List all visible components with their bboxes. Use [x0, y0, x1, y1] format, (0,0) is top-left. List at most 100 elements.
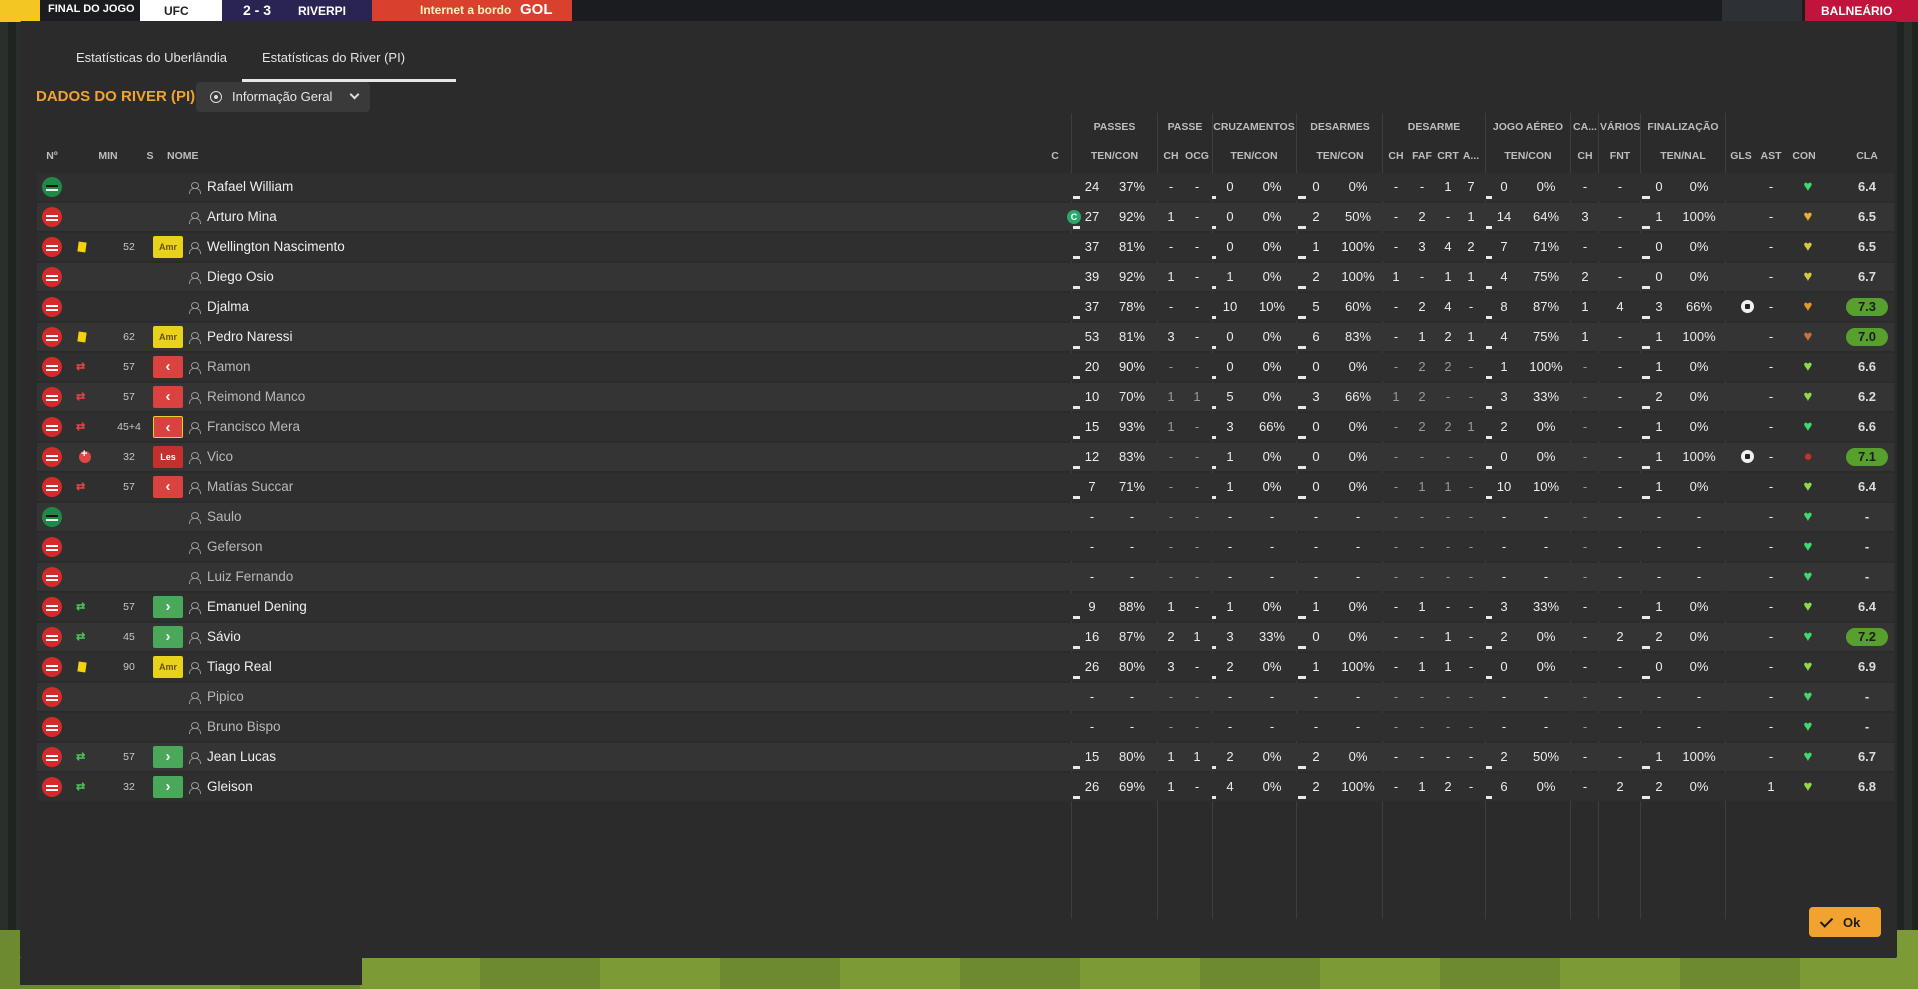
dressing-room-button[interactable]: BALNEÁRIO — [1805, 0, 1918, 22]
player-name[interactable]: Bruno Bispo — [207, 713, 281, 741]
col-fnt[interactable]: FNT — [1600, 150, 1640, 162]
col-minutes[interactable]: MIN — [88, 150, 128, 162]
player-name[interactable]: Pipico — [207, 683, 244, 711]
ok-button[interactable]: Ok — [1809, 907, 1881, 937]
player-name[interactable]: Diego Osio — [207, 263, 274, 291]
key-passes: - — [1168, 359, 1174, 374]
tackles-won-pct: - — [1355, 539, 1361, 554]
col-rating[interactable]: CLA — [1846, 150, 1888, 162]
table-row[interactable]: ⇄ 57 › Jean Lucas 15 80% 1 1 2 0% 2 0% - - - -2 50% - -1 10… — [37, 743, 1894, 771]
passes-completed-pct: 92% — [1118, 209, 1146, 224]
table-row[interactable]: ⇄ 45 › Sávio 16 87% 2 1 3 33% 0 0% - -1-2 0% -2 2 0% - ♥ 7.2 — [37, 623, 1894, 651]
fouls: - — [1617, 599, 1623, 614]
player-name[interactable]: Pedro Naressi — [207, 323, 293, 351]
table-row[interactable]: 62 Amr Pedro Naressi 53 81% 3-0 0% 6 83% -1 2 1 4 75%… — [37, 323, 1894, 351]
yellow-card-icon — [77, 331, 87, 343]
player-name[interactable]: Wellington Nascimento — [207, 233, 345, 261]
progress-bar — [1642, 376, 1650, 379]
table-row[interactable]: Diego Osio 39 92% 1-1 0% 2 100% 1-1 1 4 75% 2-0 0% - ♥… — [37, 263, 1894, 291]
col-passe-ocg[interactable]: OCG — [1183, 150, 1211, 162]
player-name[interactable]: Jean Lucas — [207, 743, 276, 771]
col-captain[interactable]: C — [1045, 150, 1065, 162]
crosses-completed-pct: 0% — [1262, 749, 1282, 764]
col-aerial[interactable]: TEN/CON — [1486, 150, 1570, 162]
tackle-a: - — [1468, 719, 1474, 734]
minute-value: 62 — [123, 331, 135, 343]
player-name[interactable]: Arturo Mina — [207, 203, 277, 231]
table-row[interactable]: ⇄ 32 › Gleison 26 69% 1-4 0% 2 100% -1 2-6 0% -2 2 0% 1 ♥… — [37, 773, 1894, 801]
col-passe-ch[interactable]: CH — [1159, 150, 1183, 162]
progress-bar — [1298, 496, 1306, 499]
table-row[interactable]: 90 Amr Tiago Real 26 80% 3-2 0% 1 100% -1 1-0 0% - -0… — [37, 653, 1894, 681]
tackle-crt: 2 — [1444, 779, 1452, 794]
col-tackle-faf[interactable]: FAF — [1410, 150, 1434, 162]
player-name[interactable]: Saulo — [207, 503, 242, 531]
player-name[interactable]: Reimond Manco — [207, 383, 305, 411]
progress-bar — [1298, 436, 1306, 439]
player-name[interactable]: Sávio — [207, 623, 241, 651]
player-name[interactable]: Francisco Mera — [207, 413, 300, 441]
col-condition[interactable]: CON — [1787, 150, 1821, 162]
player-name[interactable]: Luiz Fernando — [207, 563, 293, 591]
player-name[interactable]: Matías Succar — [207, 473, 293, 501]
table-row[interactable]: Geferson - - - - - - - - - - - - - - - - - - - ♥ - — [37, 533, 1894, 561]
col-tackle-ch[interactable]: CH — [1384, 150, 1408, 162]
condition-heart-icon: ♥ — [1803, 718, 1813, 735]
progress-bar — [1298, 226, 1306, 229]
player-name[interactable]: Gleison — [207, 773, 253, 801]
fouls: - — [1617, 689, 1623, 704]
crosses-completed-pct: - — [1269, 539, 1275, 554]
table-row[interactable]: 52 Amr Wellington Nascimento 37 81% - -0 0% 1 100… — [37, 233, 1894, 261]
player-name[interactable]: Emanuel Dening — [207, 593, 307, 621]
tackle-ch: - — [1393, 779, 1399, 794]
tackle-faf: 1 — [1418, 479, 1426, 494]
col-name[interactable]: NOME — [167, 150, 227, 162]
key-passes: - — [1168, 479, 1174, 494]
player-name[interactable]: Tiago Real — [207, 653, 272, 681]
table-row[interactable]: ⇄ 57 ‹ Ramon 20 90% - -0 0% 0 0% -2 2-1 100% - -1 0% - ♥ 6.… — [37, 353, 1894, 381]
table-row[interactable]: Djalma 37 78% - -10 10% 5 60% -2 4-8 87% 1 4 3 66% - ♥ 7.… — [37, 293, 1894, 321]
col-ca-ch[interactable]: CH — [1572, 150, 1598, 162]
player-name[interactable]: Vico — [207, 443, 233, 471]
player-name[interactable]: Rafael William — [207, 173, 293, 201]
table-row[interactable]: 32LesVico1283%--10%00%----00%--1100%-●7.… — [37, 443, 1894, 471]
col-tackle-crt[interactable]: CRT — [1436, 150, 1460, 162]
progress-bar — [1642, 496, 1650, 499]
table-row[interactable]: Bruno Bispo - - - - - - - - - - - - - - - - - - - ♥ - — [37, 713, 1894, 741]
col-assists[interactable]: AST — [1756, 150, 1786, 162]
player-name[interactable]: Ramon — [207, 353, 251, 381]
sub-out-icon: ⇄ — [76, 481, 86, 493]
table-row[interactable]: Rafael William 24 37% - -0 0% 0 0% - -1 7 0 0% - -0 0% -… — [37, 173, 1894, 201]
col-tackle-a[interactable]: A... — [1460, 150, 1482, 162]
person-icon — [189, 362, 201, 374]
playback-controls[interactable] — [1722, 0, 1802, 22]
col-shots[interactable]: TEN/NAL — [1642, 150, 1724, 162]
table-row[interactable]: ⇄ 45+4 ‹ Francisco Mera 15 93% 1-3 66% 0 0% -2 2 1 2 0… — [37, 413, 1894, 441]
shirt-icon — [42, 777, 62, 797]
passes-completed-pct: 78% — [1118, 299, 1146, 314]
progress-bar — [1298, 376, 1306, 379]
table-row[interactable]: Luiz Fernando - - - - - - - - - - - - - - - - - - - ♥ - — [37, 563, 1894, 591]
col-number[interactable]: Nº — [37, 150, 67, 162]
table-row[interactable]: ⇄ 57 ‹ Reimond Manco 10 70% 1 1 5 0% 3 66% 1 2- -3 33% -… — [37, 383, 1894, 411]
crosses-attempted: - — [1227, 539, 1233, 554]
player-name[interactable]: Geferson — [207, 533, 263, 561]
table-row[interactable]: Saulo - - - - - - - - - - - - - - - - - - - ♥ - — [37, 503, 1894, 531]
col-status[interactable]: S — [140, 150, 160, 162]
col-tackles[interactable]: TEN/CON — [1298, 150, 1382, 162]
table-row[interactable]: Pipico - - - - - - - - - - - - - - - - - - - ♥ - — [37, 683, 1894, 711]
col-goals[interactable]: GLS — [1727, 150, 1755, 162]
table-row[interactable]: ⇄ 57 › Emanuel Dening 9 88% 1-1 0% 1 0% -1- -3 33% - -… — [37, 593, 1894, 621]
tackle-faf: - — [1419, 179, 1425, 194]
col-crosses[interactable]: TEN/CON — [1212, 150, 1296, 162]
progress-bar — [1298, 796, 1306, 799]
chances-created: - — [1194, 239, 1200, 254]
crosses-completed-pct: 0% — [1262, 659, 1282, 674]
key-passes: 1 — [1167, 419, 1175, 434]
check-icon — [1819, 914, 1834, 928]
subbed-off-badge: ‹ — [153, 476, 183, 498]
table-row[interactable]: Arturo Mina C 27 92% 1-0 0% 2 50% -2-1 14 64% 3-1 10… — [37, 203, 1894, 231]
player-name[interactable]: Djalma — [207, 293, 249, 321]
col-passes[interactable]: TEN/CON — [1073, 150, 1156, 162]
table-row[interactable]: ⇄ 57 ‹ Matías Succar 7 71% - -1 0% 0 0% -1 1-10 10% - -… — [37, 473, 1894, 501]
